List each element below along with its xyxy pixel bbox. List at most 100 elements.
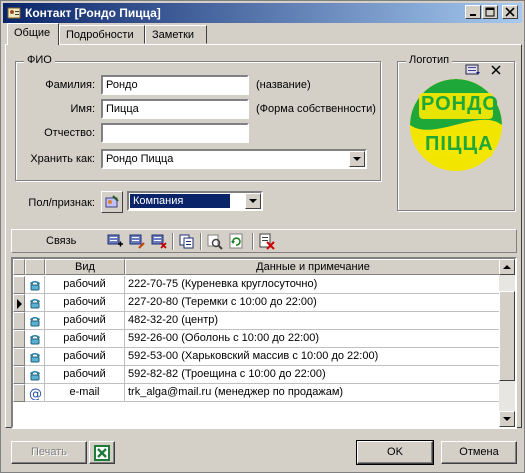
contacts-grid: Вид Данные и примечание рабочий 222-70-75… [11, 257, 517, 429]
tab-general[interactable]: Общие [7, 23, 59, 45]
excel-button[interactable] [89, 441, 115, 464]
save-as-combo[interactable]: Рондо Пицца [101, 149, 367, 169]
gender-value: Компания [130, 194, 230, 208]
row-type[interactable]: рабочий [45, 294, 125, 312]
row-data[interactable]: 482-32-20 (центр) [125, 312, 501, 330]
title-bar[interactable]: Контакт [Рондо Пицца] [3, 3, 522, 23]
contacts-toolbar: Связь [11, 229, 517, 253]
middle-name-field[interactable] [101, 123, 249, 143]
logo-text-line2: ПIЦЦА [425, 133, 494, 155]
company-icon [105, 195, 119, 208]
tab-notes[interactable]: Заметки [145, 25, 207, 44]
fio-group-title: ФИО [24, 54, 55, 66]
row-type[interactable]: рабочий [45, 312, 125, 330]
tab-details-label: Подробности [66, 29, 134, 41]
contact-window: Контакт [Рондо Пицца] Общие Подробности … [0, 0, 525, 473]
toolbar-separator [252, 233, 254, 250]
row-indicator [13, 366, 25, 384]
phone-icon [25, 312, 45, 330]
maximize-icon [485, 7, 495, 17]
chevron-down-icon [353, 157, 361, 161]
table-row[interactable]: рабочий 592-26-00 (Оболонь с 10:00 до 22:… [13, 330, 501, 348]
arrow-up-icon [503, 265, 511, 269]
edit-phone-icon[interactable] [128, 233, 146, 250]
add-phone-icon[interactable] [106, 233, 124, 250]
save-as-label: Хранить как: [30, 153, 95, 165]
row-type[interactable]: e-mail [45, 384, 125, 402]
row-indicator [13, 384, 25, 402]
gender-combo[interactable]: Компания [127, 191, 263, 211]
row-data[interactable]: trk_alga@mail.ru (менеджер по продажам) [125, 384, 501, 402]
logo-text-line1: РОНДО [421, 93, 499, 115]
table-row[interactable]: @ e-mail trk_alga@mail.ru (менеджер по про… [13, 384, 501, 402]
logo-load-icon[interactable] [465, 63, 481, 77]
minimize-icon [470, 14, 476, 16]
row-data[interactable]: 592-26-00 (Оболонь с 10:00 до 22:00) [125, 330, 501, 348]
search-icon[interactable] [206, 233, 224, 250]
ok-button[interactable]: OK [356, 440, 434, 465]
phone-icon [25, 294, 45, 312]
last-name-field[interactable]: Рондо [101, 75, 249, 95]
middle-name-label: Отчество: [44, 127, 95, 139]
gender-dropdown-button[interactable] [245, 193, 261, 209]
maximize-button[interactable] [482, 5, 498, 19]
chevron-down-icon [249, 199, 257, 203]
logo-image: РОНДО ПIЦЦА [399, 77, 513, 173]
table-row[interactable]: рабочий 222-70-75 (Куреневка круглосуточн… [13, 276, 501, 294]
row-data[interactable]: 592-53-00 (Харьковский массив с 10:00 до… [125, 348, 501, 366]
export-icon[interactable] [258, 233, 276, 250]
print-button-label: Печать [30, 446, 68, 458]
scroll-thumb[interactable] [499, 291, 515, 381]
row-data[interactable]: 222-70-75 (Куреневка круглосуточно) [125, 276, 501, 294]
save-as-dropdown-button[interactable] [349, 151, 365, 167]
table-row[interactable]: рабочий 227-20-80 (Теремки с 10:00 до 22:… [13, 294, 501, 312]
row-type[interactable]: рабочий [45, 276, 125, 294]
contact-card-icon [7, 6, 21, 20]
toolbar-label: Связь [46, 235, 77, 247]
row-type[interactable]: рабочий [45, 366, 125, 384]
current-row-icon [17, 299, 22, 309]
row-type[interactable]: рабочий [45, 348, 125, 366]
toolbar-separator [172, 233, 174, 250]
table-row[interactable]: рабочий 592-82-82 (Троещина с 10:00 до 22… [13, 366, 501, 384]
delete-phone-icon[interactable] [150, 233, 168, 250]
row-indicator [13, 294, 25, 312]
tab-notes-label: Заметки [152, 29, 195, 41]
print-button[interactable]: Печать [11, 441, 87, 464]
refresh-icon[interactable] [228, 233, 246, 250]
logo-clear-icon[interactable] [489, 63, 503, 77]
row-data[interactable]: 592-82-82 (Троещина с 10:00 до 22:00) [125, 366, 501, 384]
phone-icon [25, 276, 45, 294]
first-name-field[interactable]: Пицца [101, 99, 249, 119]
email-icon: @ [25, 384, 45, 402]
gender-label: Пол/признак: [28, 197, 95, 209]
scroll-down-button[interactable] [499, 411, 515, 427]
tab-general-label: Общие [14, 27, 51, 39]
copy-icon[interactable] [178, 233, 196, 250]
grid-vertical-scrollbar[interactable] [499, 259, 515, 427]
logo-group-title: Логотип [406, 54, 453, 66]
table-row[interactable]: рабочий 482-32-20 (центр) [13, 312, 501, 330]
grid-header-type[interactable]: Вид [45, 259, 125, 275]
gender-icon-button[interactable] [101, 191, 123, 213]
table-row[interactable]: рабочий 592-53-00 (Харьковский массив с 1… [13, 348, 501, 366]
minimize-button[interactable] [465, 5, 481, 19]
scroll-up-button[interactable] [499, 259, 515, 275]
grid-header-data[interactable]: Данные и примечание [125, 259, 501, 275]
ok-button-label: OK [387, 446, 403, 458]
save-as-value: Рондо Пицца [106, 153, 174, 165]
row-indicator [13, 312, 25, 330]
close-button[interactable] [502, 5, 518, 19]
row-data[interactable]: 227-20-80 (Теремки с 10:00 до 22:00) [125, 294, 501, 312]
excel-icon [94, 445, 110, 461]
last-name-hint: (название) [256, 79, 311, 91]
tab-details[interactable]: Подробности [59, 25, 145, 44]
toolbar-separator [200, 233, 202, 250]
close-icon [505, 7, 515, 17]
row-indicator [13, 330, 25, 348]
first-name-label: Имя: [70, 103, 95, 115]
last-name-label: Фамилия: [45, 79, 95, 91]
window-title: Контакт [Рондо Пицца] [25, 6, 161, 20]
cancel-button[interactable]: Отмена [441, 441, 517, 464]
row-type[interactable]: рабочий [45, 330, 125, 348]
